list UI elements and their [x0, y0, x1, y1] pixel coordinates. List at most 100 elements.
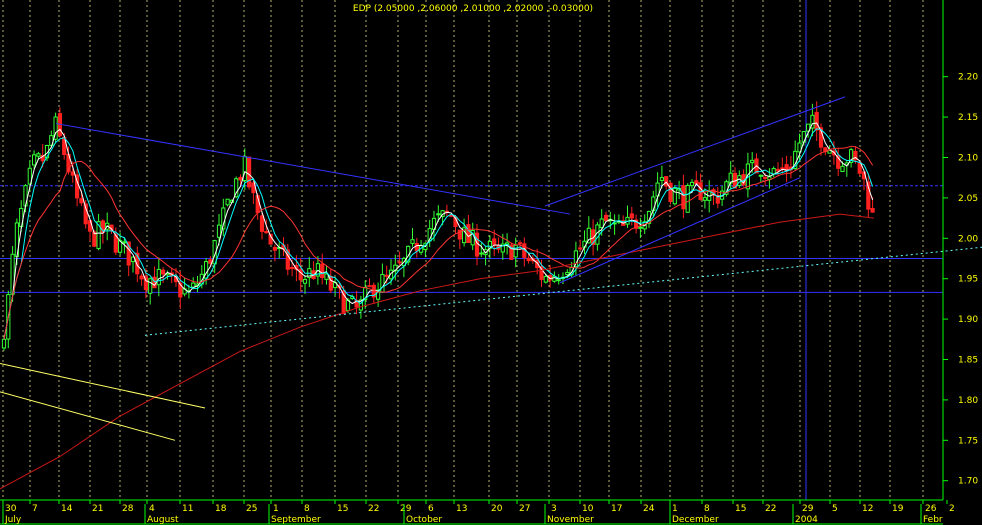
month-label: 2004 [795, 515, 818, 525]
candle-body [479, 252, 484, 255]
x-tick-label: 15 [735, 504, 746, 514]
candle-body [414, 243, 419, 252]
candle-body [298, 268, 303, 281]
candle-body [466, 224, 471, 243]
x-tick-label: 8 [304, 504, 310, 514]
price-chart: 2.20 2.15 2.10 2.05 2.00 1.95 1.90 1.85 1.80 1.75… [0, 0, 982, 525]
x-tick-label: 12 [862, 504, 873, 514]
candle-body [599, 218, 604, 228]
candle-body [689, 181, 695, 187]
candle-body [302, 278, 308, 284]
candle-body [191, 282, 196, 288]
candle-body [750, 159, 755, 164]
candle-body [702, 197, 707, 201]
x-tick-label: 5 [832, 504, 838, 514]
candle-body [156, 268, 161, 286]
y-tick-label: 1.75 [958, 436, 978, 446]
candle-body [659, 177, 664, 181]
candle-body [517, 242, 523, 245]
x-tick-label: 8 [704, 504, 710, 514]
candle-body [234, 178, 239, 198]
candle-body [436, 213, 441, 216]
y-tick-label: 2.05 [958, 194, 978, 204]
candle-body [290, 266, 295, 270]
x-tick-label: 3 [551, 504, 557, 514]
x-tick-label: 19 [892, 504, 904, 514]
month-label: November [547, 515, 594, 525]
x-tick-label: 28 [122, 504, 134, 514]
y-tick-label: 1.95 [958, 275, 978, 285]
candle-body [410, 239, 415, 244]
candle-body [526, 257, 531, 262]
month-label: Febr [923, 515, 943, 525]
y-tick-label: 2.00 [958, 234, 978, 244]
candle-body [79, 198, 84, 204]
candle-body [380, 274, 385, 293]
candle-body [161, 269, 166, 275]
y-tick-label: 1.85 [958, 356, 978, 366]
candle-body [32, 154, 37, 166]
candle-body [775, 168, 781, 172]
candle-body [264, 231, 269, 234]
candle-body [681, 185, 686, 210]
x-tick-label: 13 [456, 504, 467, 514]
x-tick-label: 24 [643, 504, 655, 514]
x-tick-label: 6 [428, 504, 434, 514]
chart-title: EDP (2.05000 ,2.06000 ,2.01000 ,2.02000 … [353, 4, 593, 14]
candle-body [603, 214, 609, 222]
candle-body [771, 168, 776, 175]
x-tick-label: 25 [246, 504, 257, 514]
candle-body [384, 274, 389, 277]
x-tick-label: 20 [491, 504, 503, 514]
x-tick-label: 10 [582, 504, 594, 514]
candle-body [840, 165, 845, 172]
candle-body [651, 196, 656, 211]
candle-body [320, 263, 325, 279]
x-tick-label: 30 [5, 504, 17, 514]
candle-body [225, 198, 230, 206]
x-tick-label: 22 [368, 504, 379, 514]
candle-body [578, 247, 583, 250]
candle-body [814, 111, 819, 131]
x-tick-label: 4 [149, 504, 155, 514]
candle-body [758, 174, 763, 177]
candle-body [1, 338, 7, 349]
candle-body [870, 207, 875, 213]
candle-body [780, 167, 785, 170]
month-label: July [4, 515, 22, 525]
candle-body [397, 261, 402, 264]
candle-body [629, 213, 634, 219]
y-tick-label: 1.80 [958, 396, 978, 406]
x-tick-label: 14 [61, 504, 73, 514]
month-label: September [271, 515, 321, 525]
candle-body [148, 278, 153, 294]
x-tick-label: 27 [519, 504, 530, 514]
month-label: December [672, 515, 719, 525]
candle-body [247, 156, 252, 188]
x-tick-label: 2 [949, 504, 955, 514]
candle-body [543, 276, 548, 283]
candle-body [763, 176, 768, 179]
candle-body [492, 238, 497, 245]
candle-body [556, 279, 561, 282]
month-label: August [147, 515, 179, 525]
candle-body [638, 226, 643, 229]
candle-body [272, 246, 277, 251]
x-tick-label: 18 [215, 504, 227, 514]
x-tick-label: 29 [400, 504, 412, 514]
candle-body [216, 224, 222, 238]
candle-body [152, 276, 157, 289]
month-label: October [406, 515, 442, 525]
x-tick-label: 7 [32, 504, 38, 514]
candle-body [139, 275, 144, 280]
candle-body [238, 176, 243, 181]
candle-body [36, 153, 41, 157]
y-tick-label: 2.15 [958, 113, 978, 123]
candle-body [367, 285, 372, 288]
x-tick-label: 17 [611, 504, 622, 514]
x-tick-label: 1 [273, 504, 279, 514]
x-tick-label: 26 [925, 504, 937, 514]
y-tick-label: 1.90 [958, 315, 978, 325]
x-tick-label: 22 [765, 504, 776, 514]
x-tick-label: 15 [337, 504, 348, 514]
